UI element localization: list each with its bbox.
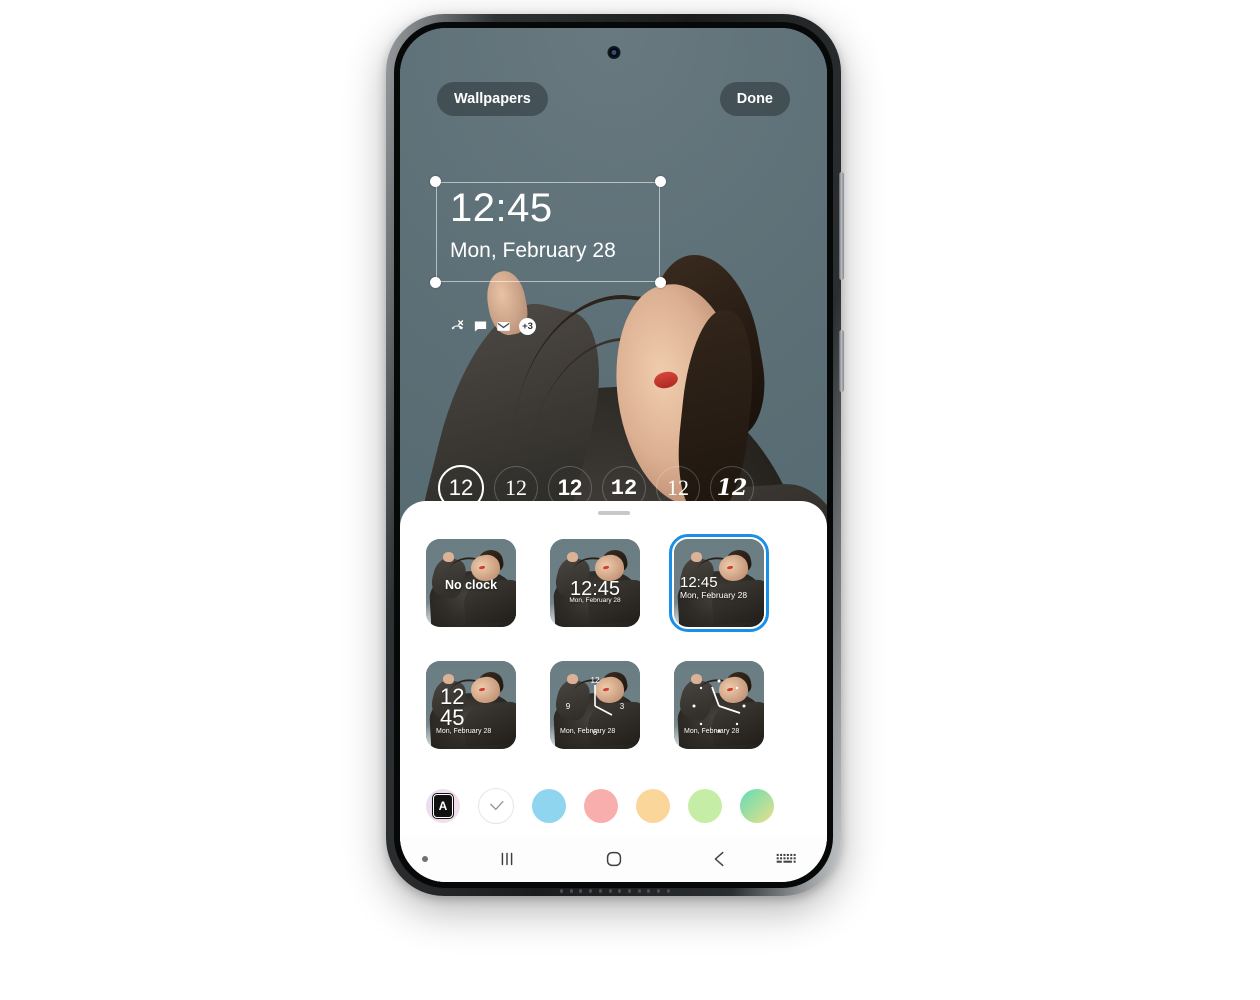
color-swatch-green[interactable]	[688, 789, 722, 823]
clock-style-grid: No clock 12:45 Mon, February 28 12:45 Mo…	[426, 534, 827, 749]
color-palette-row: A	[426, 788, 827, 824]
clock-style-no-clock[interactable]: No clock	[426, 539, 516, 627]
phone-screen: Wallpapers Done 12:45 Mon, February 28 +…	[400, 28, 827, 882]
thumb-date: Mon, February 28	[680, 590, 748, 601]
clock-date-text: Mon, February 28	[450, 239, 616, 262]
back-icon[interactable]	[709, 848, 731, 870]
thumb-date: Mon, February 28	[560, 727, 616, 735]
sheet-drag-handle[interactable]	[597, 511, 630, 515]
nav-indicator-dot	[422, 856, 428, 862]
clock-style-analog-dots[interactable]: Mon, February 28	[674, 661, 764, 749]
clock-style-stacked-digits[interactable]: 12 45 Mon, February 28	[426, 661, 516, 749]
volume-button[interactable]	[839, 172, 844, 280]
color-swatch-gradient[interactable]	[740, 789, 774, 823]
clock-style-bottom-sheet: No clock 12:45 Mon, February 28 12:45 Mo…	[400, 501, 827, 882]
resize-handle-top-right[interactable]	[655, 176, 666, 187]
color-swatch-orange[interactable]	[636, 789, 670, 823]
thumb-date: Mon, February 28	[569, 597, 621, 605]
keyboard-icon[interactable]	[775, 850, 797, 868]
svg-text:12: 12	[591, 676, 600, 685]
power-button[interactable]	[839, 330, 844, 392]
system-navigation-bar	[400, 836, 827, 882]
adaptive-color-icon[interactable]: A	[426, 789, 460, 823]
resize-handle-bottom-left[interactable]	[430, 277, 441, 288]
notification-overflow-badge: +3	[519, 318, 536, 335]
analog-dots-clock-face	[692, 679, 746, 733]
wallpapers-button[interactable]: Wallpapers	[437, 82, 548, 116]
done-button[interactable]: Done	[719, 82, 790, 116]
color-swatch-pink[interactable]	[584, 789, 618, 823]
recents-icon[interactable]	[496, 848, 518, 870]
message-bubble-icon	[474, 321, 487, 332]
clock-style-left-time-date-selected[interactable]: 12:45 Mon, February 28	[669, 534, 769, 632]
thumb-date: Mon, February 28	[436, 727, 492, 735]
color-swatch-default-selected[interactable]	[478, 788, 514, 824]
thumb-time: 12:45	[680, 574, 718, 592]
clock-style-centered-time[interactable]: 12:45 Mon, February 28	[550, 539, 640, 627]
resize-handle-top-left[interactable]	[430, 176, 441, 187]
svg-text:3: 3	[620, 702, 625, 711]
phone-bezel: Wallpapers Done 12:45 Mon, February 28 +…	[394, 22, 833, 888]
clock-style-analog-numerals[interactable]: 12 3 6 9 Mon, February 28	[550, 661, 640, 749]
clock-widget[interactable]: 12:45 Mon, February 28	[430, 176, 666, 288]
svg-text:9: 9	[566, 702, 571, 711]
no-clock-label: No clock	[444, 577, 498, 592]
missed-call-icon	[451, 320, 464, 330]
check-icon	[489, 800, 504, 810]
preview-top-bar: Wallpapers Done	[400, 82, 827, 116]
home-icon[interactable]	[603, 848, 625, 870]
resize-handle-bottom-right[interactable]	[655, 277, 666, 288]
thumb-date: Mon, February 28	[684, 727, 740, 735]
speaker-grille	[560, 889, 670, 893]
phone-device-frame: Wallpapers Done 12:45 Mon, February 28 +…	[386, 14, 844, 896]
notification-icon-row: +3	[450, 318, 536, 335]
screenshot-root: Wallpapers Done 12:45 Mon, February 28 +…	[0, 0, 1260, 1000]
clock-time-text: 12:45	[450, 186, 553, 230]
front-camera-punch-hole	[607, 46, 620, 59]
adaptive-color-glyph: A	[433, 794, 453, 818]
color-swatch-blue[interactable]	[532, 789, 566, 823]
analog-clock-face: 12 3 6 9	[566, 676, 625, 737]
envelope-icon	[497, 322, 510, 331]
